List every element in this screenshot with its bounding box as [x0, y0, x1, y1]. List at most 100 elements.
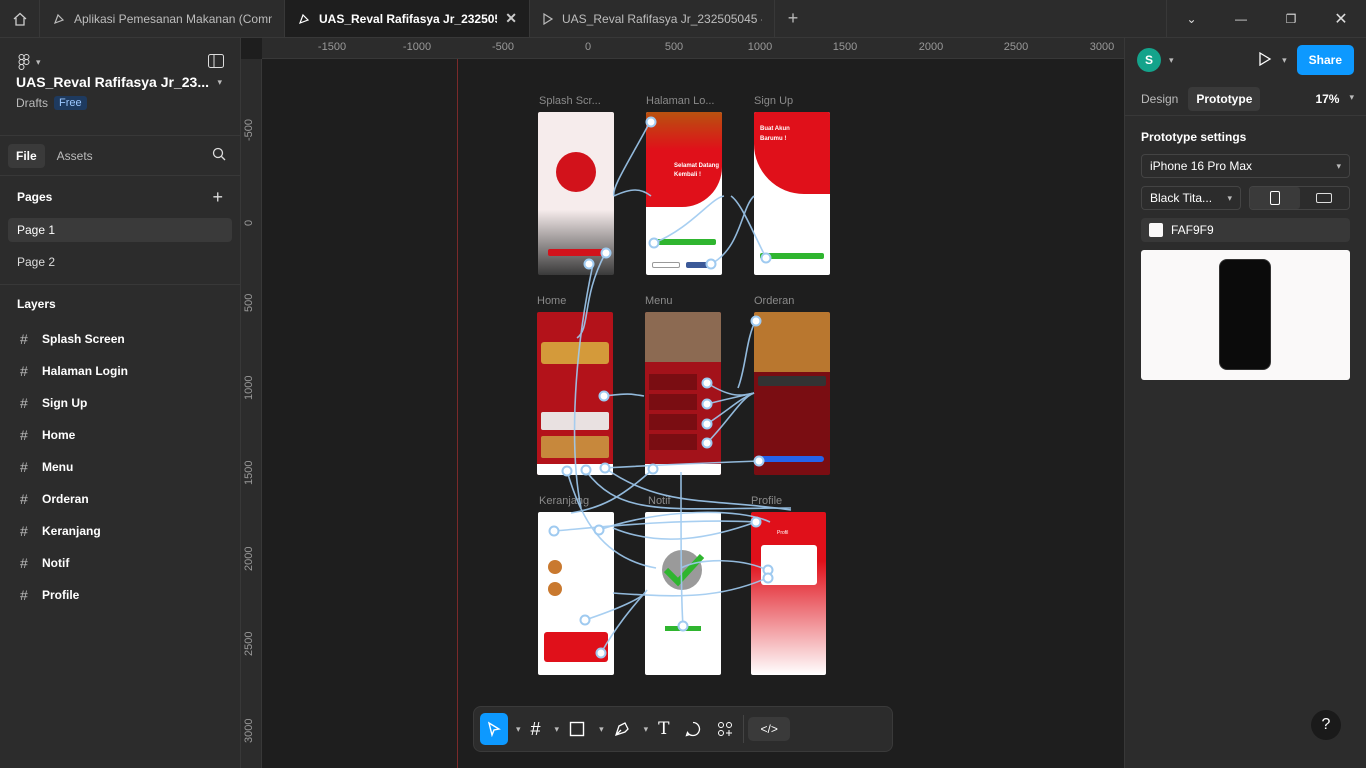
layer-label: Home: [42, 428, 76, 442]
right-sidebar: S ▾ ▾ Share Design Prototype 17% ▾ Proto…: [1124, 38, 1366, 768]
toggle-sidebar-button[interactable]: [208, 54, 224, 71]
tab-assets[interactable]: Assets: [49, 144, 101, 168]
chevron-down-icon[interactable]: ▾: [599, 724, 604, 735]
pen-tool-button[interactable]: [608, 713, 636, 745]
page-item-page-2[interactable]: Page 2: [8, 250, 232, 274]
tab-prototype[interactable]: Prototype: [1188, 86, 1261, 111]
plus-icon: +: [787, 8, 799, 28]
layer-label: Sign Up: [42, 396, 88, 410]
file-title[interactable]: UAS_Reval Rafifasya Jr_23...: [16, 74, 209, 90]
tab-label: UAS_Reval Rafifasya Jr_2325050: [319, 11, 498, 26]
frame-icon: #: [20, 555, 28, 571]
portrait-button[interactable]: [1250, 187, 1300, 209]
tab-uas-reval-prototype[interactable]: UAS_Reval Rafifasya Jr_232505045 -: [530, 0, 775, 37]
bottom-toolbar: ▾ # ▾ ▾ ▾ T </>: [473, 706, 893, 752]
widgets-icon: [718, 722, 733, 736]
tabs-dropdown-button[interactable]: ⌄: [1166, 0, 1216, 37]
chevron-down-icon: ▾: [1336, 160, 1341, 171]
share-button[interactable]: Share: [1296, 45, 1354, 75]
layer-item-menu[interactable]: # Menu: [0, 451, 240, 483]
move-tool-button[interactable]: [480, 713, 508, 745]
layer-item-halaman-login[interactable]: # Halaman Login: [0, 355, 240, 387]
chevron-down-icon[interactable]: ▾: [1282, 55, 1287, 66]
play-icon: [543, 12, 554, 25]
text-tool-button[interactable]: T: [652, 713, 675, 745]
comment-tool-button[interactable]: [679, 713, 707, 745]
chevron-down-icon[interactable]: ▾: [217, 77, 222, 88]
dev-mode-toggle[interactable]: </>: [748, 717, 790, 741]
close-window-button[interactable]: ✕: [1316, 0, 1366, 37]
layer-item-splash-screen[interactable]: # Splash Screen: [0, 323, 240, 355]
figma-file-icon: [53, 13, 65, 24]
present-button[interactable]: [1258, 51, 1272, 69]
add-page-button[interactable]: +: [212, 187, 223, 208]
cursor-icon: [487, 721, 501, 737]
search-button[interactable]: [212, 147, 232, 164]
tab-aplikasi-pemesanan[interactable]: Aplikasi Pemesanan Makanan (Comm: [40, 0, 285, 37]
code-icon: </>: [760, 722, 778, 736]
new-tab-button[interactable]: +: [775, 0, 811, 37]
frame-icon: #: [20, 523, 28, 539]
color-swatch[interactable]: [1149, 223, 1163, 237]
layer-item-home[interactable]: # Home: [0, 419, 240, 451]
layer-item-sign-up[interactable]: # Sign Up: [0, 387, 240, 419]
layer-item-keranjang[interactable]: # Keranjang: [0, 515, 240, 547]
chevron-down-icon: ▾: [1227, 192, 1232, 203]
page-item-page-1[interactable]: Page 1: [8, 218, 232, 242]
background-color-field[interactable]: FAF9F9: [1141, 218, 1350, 242]
landscape-button[interactable]: [1300, 187, 1350, 209]
prototype-connections: [548, 116, 792, 659]
tab-bar: Aplikasi Pemesanan Makanan (Comm UAS_Rev…: [0, 0, 1366, 38]
help-button[interactable]: ?: [1311, 710, 1341, 740]
landscape-icon: [1316, 193, 1333, 203]
shape-tool-button[interactable]: [563, 713, 591, 745]
device-select[interactable]: iPhone 16 Pro Max ▾: [1141, 154, 1350, 178]
device-preview: [1141, 250, 1350, 380]
actions-button[interactable]: [711, 713, 739, 745]
plan-badge: Free: [54, 96, 87, 110]
chevron-down-icon[interactable]: ▾: [555, 724, 560, 735]
frame-icon: #: [20, 363, 28, 379]
frame-icon: #: [20, 587, 28, 603]
tab-file[interactable]: File: [8, 143, 45, 168]
chevron-down-icon[interactable]: ▾: [644, 724, 649, 735]
figma-logo-icon: [18, 54, 30, 70]
main-menu-button[interactable]: ▾: [18, 54, 41, 70]
frame-icon: #: [20, 331, 28, 347]
background-hex[interactable]: FAF9F9: [1171, 223, 1214, 237]
file-header: ▾ UAS_Reval Rafifasya Jr_23... ▾ Drafts …: [0, 38, 240, 136]
device-color-select[interactable]: Black Tita... ▾: [1141, 186, 1241, 210]
tab-uas-reval-design[interactable]: UAS_Reval Rafifasya Jr_2325050 ✕: [285, 0, 530, 37]
tab-label: Aplikasi Pemesanan Makanan (Comm: [74, 11, 272, 26]
home-icon: [13, 12, 26, 26]
right-header: S ▾ ▾ Share: [1125, 38, 1366, 82]
design-prototype-tabs: Design Prototype 17% ▾: [1125, 82, 1366, 116]
minimize-icon: —: [1235, 11, 1247, 26]
pen-icon: [614, 722, 629, 737]
home-button[interactable]: [0, 0, 40, 37]
frame-icon: #: [20, 459, 28, 475]
file-location[interactable]: Drafts: [16, 96, 48, 110]
layer-item-profile[interactable]: # Profile: [0, 579, 240, 611]
frame-tool-button[interactable]: #: [525, 713, 547, 745]
layer-label: Keranjang: [42, 524, 101, 538]
layer-item-orderan[interactable]: # Orderan: [0, 483, 240, 515]
tab-design[interactable]: Design: [1133, 87, 1186, 111]
layer-item-notif[interactable]: # Notif: [0, 547, 240, 579]
chevron-down-icon: ⌄: [1186, 11, 1197, 26]
minimize-button[interactable]: —: [1216, 0, 1266, 37]
zoom-control[interactable]: 17% ▾: [1315, 92, 1358, 106]
figma-file-icon: [298, 13, 310, 24]
close-icon[interactable]: ✕: [505, 10, 517, 27]
restore-button[interactable]: ❐: [1266, 0, 1316, 37]
avatar[interactable]: S: [1137, 48, 1161, 72]
window-controls: ⌄ — ❐ ✕: [1166, 0, 1366, 37]
prototype-settings-title: Prototype settings: [1141, 130, 1247, 144]
chevron-down-icon: ▾: [1349, 91, 1354, 102]
restore-icon: ❐: [1285, 11, 1297, 26]
orientation-toggle: [1249, 186, 1350, 210]
canvas[interactable]: -1500 -1000 -500 0 500 1000 1500 2000 25…: [241, 38, 1124, 768]
chevron-down-icon[interactable]: ▾: [516, 724, 521, 735]
chevron-down-icon[interactable]: ▾: [1169, 55, 1174, 66]
zoom-level: 17%: [1315, 91, 1340, 106]
